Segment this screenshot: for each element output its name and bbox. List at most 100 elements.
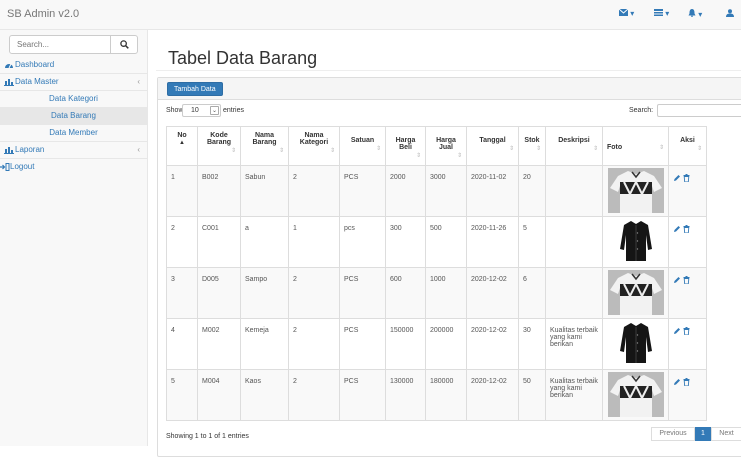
add-data-button[interactable]: Tambah Data (167, 82, 223, 96)
logout-icon (0, 163, 10, 171)
table-cell: 20 (518, 165, 546, 217)
dashboard-icon (5, 63, 13, 69)
table-cell: 5 (518, 216, 546, 268)
sidebar-search-button[interactable] (110, 36, 137, 53)
pagination-page[interactable]: 1 (695, 427, 711, 441)
table-cell: 2000 (385, 165, 426, 217)
column-header[interactable]: Harga Beli ⇕ (385, 126, 426, 166)
table-cell: 600 (385, 267, 426, 319)
pagination-next[interactable]: Next (711, 427, 741, 441)
table-cell: 2020-11-26 (466, 216, 519, 268)
table-cell: 1 (166, 165, 198, 217)
table-cell: M004 (197, 369, 241, 421)
trash-icon[interactable] (683, 378, 690, 387)
table-cell: 500 (425, 216, 467, 268)
action-cell (668, 216, 707, 268)
sidebar-subitem-label: Data Kategori (49, 94, 98, 103)
pagination-previous[interactable]: Previous (651, 427, 695, 441)
sidebar-subitem-label: Data Barang (51, 111, 96, 120)
table-cell: Kaos (240, 369, 289, 421)
column-header[interactable]: Stok ⇕ (518, 126, 546, 166)
table-info: Showing 1 to 1 of 1 entries (166, 433, 249, 440)
trash-icon[interactable] (683, 276, 690, 285)
sidebar-item-logout[interactable]: Logout (0, 159, 147, 176)
edit-icon[interactable] (673, 378, 681, 386)
sidebar-item-data-master[interactable]: Data Master ‹ (0, 74, 147, 91)
tasks-icon[interactable]: ▾ (654, 9, 669, 18)
sidebar-subitem-data-kategori[interactable]: Data Kategori (0, 91, 147, 108)
column-header[interactable]: Aksi ⇕ (668, 126, 707, 166)
column-header[interactable]: Harga Jual ⇕ (425, 126, 467, 166)
table-row: 5 M004 Kaos 2 PCS 130000 180000 2020-12-02 50 Kua… (166, 369, 707, 421)
table-cell: PCS (339, 318, 386, 370)
table-cell: 1000 (425, 267, 467, 319)
action-cell (668, 369, 707, 421)
table-cell: Sampo (240, 267, 289, 319)
sort-icon: ⇕ (658, 145, 664, 151)
table-cell: B002 (197, 165, 241, 217)
brand-title[interactable]: SB Admin v2.0 (7, 8, 79, 20)
table-body: 1 B002 Sabun 2 PCS 2000 3000 2020-11-02 20 2 C001… (166, 165, 707, 421)
length-entries-label: entries (223, 107, 245, 114)
sort-icon: ⇕ (375, 146, 381, 152)
table-cell: Sabun (240, 165, 289, 217)
column-header[interactable]: Deskripsi ⇕ (545, 126, 603, 166)
table-cell: Kualitas terbaik yang kami berikan (545, 369, 603, 421)
table-cell: 6 (518, 267, 546, 319)
sidebar-item-laporan[interactable]: Laporan ‹ (0, 142, 147, 159)
shirt-photo (615, 321, 656, 366)
chevron-down-icon: ⌄ (210, 106, 219, 115)
column-header[interactable]: Foto ⇕ (602, 126, 669, 166)
column-header[interactable]: Tanggal ⇕ (466, 126, 519, 166)
table-cell: 30 (518, 318, 546, 370)
edit-icon[interactable] (673, 225, 681, 233)
chevron-left-icon: ‹ (137, 145, 140, 154)
table-cell: 180000 (425, 369, 467, 421)
table-cell: 2020-11-02 (466, 165, 519, 217)
table-cell: 50 (518, 369, 546, 421)
trash-icon[interactable] (683, 174, 690, 183)
trash-icon[interactable] (683, 327, 690, 336)
edit-icon[interactable] (673, 327, 681, 335)
table-cell: 1 (288, 216, 340, 268)
entries-length-select[interactable]: 10 ⌄ (182, 104, 221, 117)
table-cell: 150000 (385, 318, 426, 370)
length-value: 10 (191, 107, 199, 114)
search-icon (120, 40, 129, 49)
sort-asc-icon: ▲ (179, 140, 185, 146)
sort-icon: ⇕ (329, 148, 335, 154)
column-header[interactable]: Kode Barang ⇕ (197, 126, 241, 166)
sidebar-subitem-data-member[interactable]: Data Member (0, 125, 147, 142)
sidebar-item-dashboard[interactable]: Dashboard (0, 57, 147, 74)
trash-icon[interactable] (683, 225, 690, 234)
data-table: No ▲ Kode Barang ⇕ Nama Barang ⇕ Nama Kateg… (166, 126, 707, 421)
table-cell: 4 (166, 318, 198, 370)
edit-icon[interactable] (673, 174, 681, 182)
table-search-input[interactable] (657, 104, 741, 117)
bar-chart-icon (4, 147, 14, 154)
table-row: 4 M002 Kemeja 2 PCS 150000 200000 2020-12-02 30 K… (166, 318, 707, 370)
sidebar-search (9, 35, 138, 54)
sort-icon: ⇕ (592, 146, 598, 152)
shirt-photo (607, 270, 664, 315)
column-header[interactable]: Nama Barang ⇕ (240, 126, 289, 166)
photo-cell (602, 267, 669, 319)
table-cell: pcs (339, 216, 386, 268)
table-row: 3 D005 Sampo 2 PCS 600 1000 2020-12-02 6 (166, 267, 707, 319)
sidebar-subitem-data-barang[interactable]: Data Barang (0, 108, 147, 125)
sort-icon: ⇕ (696, 146, 702, 152)
top-navbar: SB Admin v2.0 ▾ ▾ ▾ (0, 0, 741, 30)
table-search-label: Search: (629, 107, 654, 114)
bell-icon[interactable]: ▾ (688, 9, 702, 19)
table-row: 2 C001 a 1 pcs 300 500 2020-11-26 5 (166, 216, 707, 268)
column-header[interactable]: Satuan ⇕ (339, 126, 386, 166)
edit-icon[interactable] (673, 276, 681, 284)
table-cell: D005 (197, 267, 241, 319)
envelope-icon[interactable]: ▾ (618, 8, 634, 18)
user-icon[interactable] (726, 9, 734, 19)
sidebar-search-input[interactable] (10, 36, 110, 53)
sort-icon: ⇕ (230, 148, 236, 154)
table-cell: PCS (339, 165, 386, 217)
column-header[interactable]: Nama Kategori ⇕ (288, 126, 340, 166)
column-header[interactable]: No ▲ (166, 126, 198, 166)
